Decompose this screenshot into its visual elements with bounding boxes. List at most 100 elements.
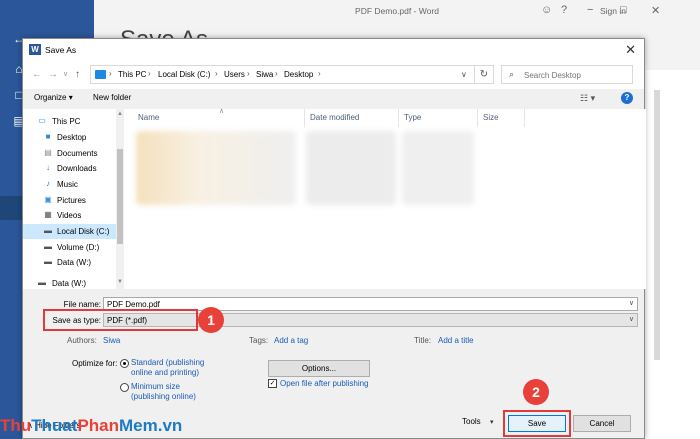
chevron-down-icon[interactable]: ∨ [629,299,634,307]
nav-item-data-w[interactable]: ▬ Data (W:) [23,255,116,270]
nav-item-this-pc[interactable]: ▭ This PC [23,114,116,129]
watermark: ThuThuatPhanMem.vn [0,416,182,436]
address-bar[interactable]: › This PC › Local Disk (C:) › Users › Si… [90,65,480,84]
nav-item-documents[interactable]: ▤ Documents [23,146,116,161]
maximize-icon[interactable]: □ [620,4,627,16]
this-pc-icon [95,70,106,79]
breadcrumb-separator-icon[interactable]: › [215,69,218,78]
nav-item-desktop[interactable]: ■ Desktop [23,130,116,145]
smiley-icon[interactable]: ☺ [541,4,552,16]
organize-button[interactable]: Organize ▾ [34,93,73,102]
nav-scroll-thumb[interactable] [117,149,123,244]
address-dropdown-icon[interactable]: ∨ [461,70,467,79]
column-date-modified[interactable]: Date modified [310,113,359,122]
annotation-badge-1: 1 [198,307,224,333]
cancel-button[interactable]: Cancel [573,415,631,432]
organize-label: Organize [34,93,67,102]
nav-label: Data (W:) [52,279,87,288]
title-label: Title: [414,336,432,345]
blurred-file-dates [306,131,396,205]
column-size[interactable]: Size [483,113,499,122]
help-icon[interactable]: ? [621,92,633,104]
optimize-standard-radio[interactable] [120,359,129,368]
file-name-label: File name: [63,300,101,309]
change-view-icon[interactable]: ☷ ▾ [580,93,595,104]
optimize-standard-line1: Standard (publishing [131,358,205,367]
forward-icon[interactable]: → [48,69,58,80]
breadcrumb-separator-icon[interactable]: › [109,69,112,78]
backstage-scrollbar[interactable] [654,90,660,360]
breadcrumb-separator-icon[interactable]: › [318,69,321,78]
minimize-icon[interactable]: − [587,4,593,16]
address-row: ← → ∨ ↑ › This PC › Local Disk (C:) › Us… [23,61,644,89]
watermark-part: Mem.vn [119,416,183,435]
drive-icon: ▬ [44,226,52,235]
open-after-publish-checkbox[interactable]: ✓ [268,379,277,388]
nav-label: Local Disk (C:) [57,227,110,236]
authors-label: Authors: [67,336,97,345]
search-icon: ⌕ [509,69,515,79]
nav-item-pictures[interactable]: ▣ Pictures [23,193,116,208]
nav-item-music[interactable]: ♪ Music [23,177,116,192]
drive-icon: ▬ [44,257,52,266]
help-question-icon[interactable]: ? [561,4,567,16]
nav-item-data-w-network[interactable]: ▬ Data (W:) [23,276,116,291]
column-divider[interactable] [304,109,305,127]
nav-item-volume-d[interactable]: ▬ Volume (D:) [23,240,116,255]
refresh-button[interactable]: ↻ [474,65,494,84]
watermark-part: Thuat [31,416,78,435]
nav-label: This PC [52,117,81,126]
search-box[interactable]: ⌕ [501,65,633,84]
breadcrumb-separator-icon[interactable]: › [247,69,250,78]
column-name[interactable]: Name [138,113,159,122]
scroll-down-icon[interactable]: ▼ [117,279,123,285]
column-divider[interactable] [524,109,525,127]
nav-item-downloads[interactable]: ↓ Downloads [23,161,116,176]
optimize-label: Optimize for: [72,359,118,368]
drive-icon: ▬ [44,242,52,251]
breadcrumb-this-pc[interactable]: This PC [118,70,146,79]
new-folder-button[interactable]: New folder [93,93,131,102]
breadcrumb-local-disk[interactable]: Local Disk (C:) [158,70,210,79]
options-button[interactable]: Options... [268,360,370,377]
tools-button[interactable]: Tools [462,417,481,426]
computer-icon: ▭ [38,116,46,125]
breadcrumb-siwa[interactable]: Siwa [256,70,273,79]
dialog-toolbar: Organize ▾ New folder ☷ ▾ ? [23,89,644,109]
nav-label: Pictures [57,196,86,205]
open-after-publish-label[interactable]: Open file after publishing [280,379,369,389]
annotation-highlight-type [43,309,198,331]
close-icon[interactable]: ✕ [625,42,636,58]
scroll-up-icon[interactable]: ▲ [117,111,123,117]
nav-item-local-disk[interactable]: ▬ Local Disk (C:) [23,224,116,239]
up-folder-icon[interactable]: ↑ [75,69,80,80]
tools-dropdown-icon[interactable]: ▾ [490,418,494,426]
documents-folder-icon: ▤ [44,148,52,157]
optimize-standard-label[interactable]: Standard (publishing online and printing… [131,358,204,378]
authors-value[interactable]: Siwa [103,336,120,345]
network-drive-icon: ▬ [38,278,46,287]
pictures-folder-icon: ▣ [44,195,52,204]
column-divider[interactable] [477,109,478,127]
tags-value[interactable]: Add a tag [274,336,308,345]
breadcrumb-separator-icon[interactable]: › [275,69,278,78]
blurred-file-names [136,131,296,205]
column-divider[interactable] [398,109,399,127]
breadcrumb-users[interactable]: Users [224,70,245,79]
recent-locations-icon[interactable]: ∨ [63,70,68,78]
breadcrumb-separator-icon[interactable]: › [148,69,151,78]
annotation-badge-2: 2 [523,379,549,405]
close-window-icon[interactable]: ✕ [651,4,660,17]
chevron-down-icon[interactable]: ∨ [629,315,634,323]
breadcrumb-desktop[interactable]: Desktop [284,70,313,79]
back-icon[interactable]: ← [32,69,42,80]
optimize-minimum-label[interactable]: Minimum size (publishing online) [131,382,196,402]
nav-scrollbar[interactable]: ▲ ▼ [116,109,124,289]
optimize-minimum-radio[interactable] [120,383,129,392]
search-input[interactable] [524,68,628,82]
nav-item-videos[interactable]: ▦ Videos [23,208,116,223]
sort-caret-icon: ∧ [219,108,225,115]
title-value[interactable]: Add a title [438,336,474,345]
column-type[interactable]: Type [404,113,421,122]
downloads-folder-icon: ↓ [46,163,50,172]
